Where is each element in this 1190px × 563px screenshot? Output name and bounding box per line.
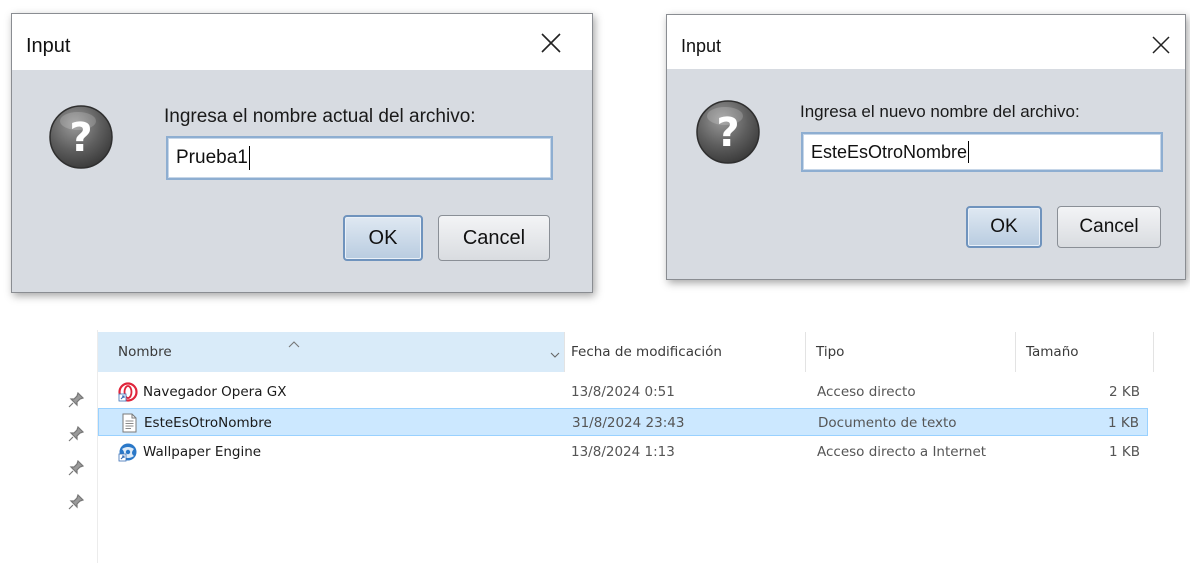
dialog-titlebar: Input — [12, 14, 592, 70]
filename-input[interactable]: Prueba1 — [166, 136, 553, 180]
dialog-title: Input — [681, 36, 722, 56]
column-header-date[interactable]: Fecha de modificación — [561, 332, 806, 372]
file-name: EsteEsOtroNombre — [144, 415, 272, 431]
pin-icon[interactable] — [68, 425, 85, 442]
ok-button[interactable]: OK — [966, 206, 1042, 248]
file-type: Documento de texto — [818, 415, 957, 431]
question-icon: ? — [48, 104, 114, 170]
file-type: Acceso directo a Internet — [817, 444, 987, 460]
pin-icon[interactable] — [68, 391, 85, 408]
filename-input-value: EsteEsOtroNombre — [811, 141, 968, 162]
file-name-cell: Wallpaper Engine — [118, 438, 261, 466]
close-icon[interactable] — [540, 32, 562, 54]
text-document-icon — [119, 413, 139, 433]
file-size: 2 KB — [1109, 384, 1140, 400]
file-row[interactable]: Wallpaper Engine 13/8/2024 1:13 Acceso d… — [98, 438, 1148, 466]
filename-input-value: Prueba1 — [176, 147, 248, 168]
text-caret — [248, 146, 250, 170]
chevron-down-icon[interactable] — [550, 347, 560, 358]
file-name: Wallpaper Engine — [143, 444, 262, 460]
file-row[interactable]: Navegador Opera GX 13/8/2024 0:51 Acceso… — [98, 378, 1148, 406]
pin-icon[interactable] — [68, 493, 85, 510]
dialog-prompt: Ingresa el nombre actual del archivo: — [164, 106, 476, 127]
file-date: 13/8/2024 1:13 — [571, 444, 675, 460]
column-header-name[interactable]: Nombre — [98, 332, 565, 372]
wallpaper-engine-icon — [118, 442, 138, 462]
input-dialog-current-name: Input ? Ingresa el nombre actual del arc… — [11, 13, 593, 293]
svg-text:?: ? — [69, 115, 92, 161]
dialog-titlebar: Input — [667, 15, 1185, 69]
file-type: Acceso directo — [817, 384, 916, 400]
column-header-size[interactable]: Tamaño — [1016, 332, 1154, 372]
text-caret — [968, 141, 970, 163]
column-header-label: Nombre — [118, 344, 172, 360]
close-icon[interactable] — [1151, 35, 1171, 55]
question-icon: ? — [695, 99, 761, 165]
file-name-cell: Navegador Opera GX — [118, 378, 287, 406]
pin-icon[interactable] — [68, 459, 85, 476]
file-size: 1 KB — [1108, 415, 1139, 431]
file-size: 1 KB — [1109, 444, 1140, 460]
file-explorer-list: Nombre Fecha de modificación Tipo Tamaño — [60, 330, 1170, 563]
opera-gx-icon — [118, 382, 138, 402]
filename-input[interactable]: EsteEsOtroNombre — [801, 132, 1163, 172]
file-date: 13/8/2024 0:51 — [571, 384, 675, 400]
cancel-button[interactable]: Cancel — [438, 215, 550, 261]
column-header-row: Nombre Fecha de modificación Tipo Tamaño — [98, 332, 1158, 372]
column-header-type[interactable]: Tipo — [806, 332, 1016, 372]
svg-text:?: ? — [716, 110, 739, 156]
column-header-label: Tipo — [816, 344, 845, 360]
file-name: Navegador Opera GX — [143, 384, 287, 400]
cancel-button[interactable]: Cancel — [1057, 206, 1161, 248]
dialog-title: Input — [26, 35, 71, 57]
file-date: 31/8/2024 23:43 — [572, 415, 685, 431]
column-header-label: Tamaño — [1026, 344, 1079, 360]
input-dialog-new-name: Input ? Ingresa el nuevo nombre del arch… — [666, 14, 1186, 280]
file-name-cell: EsteEsOtroNombre — [119, 409, 272, 437]
dialog-body: ? Ingresa el nombre actual del archivo: … — [12, 70, 592, 292]
ok-button[interactable]: OK — [343, 215, 423, 261]
sort-ascending-icon — [288, 336, 300, 348]
column-header-label: Fecha de modificación — [571, 344, 722, 360]
dialog-prompt: Ingresa el nuevo nombre del archivo: — [800, 102, 1080, 121]
dialog-body: ? Ingresa el nuevo nombre del archivo: E… — [667, 69, 1185, 279]
file-row-selected[interactable]: EsteEsOtroNombre 31/8/2024 23:43 Documen… — [98, 408, 1148, 436]
